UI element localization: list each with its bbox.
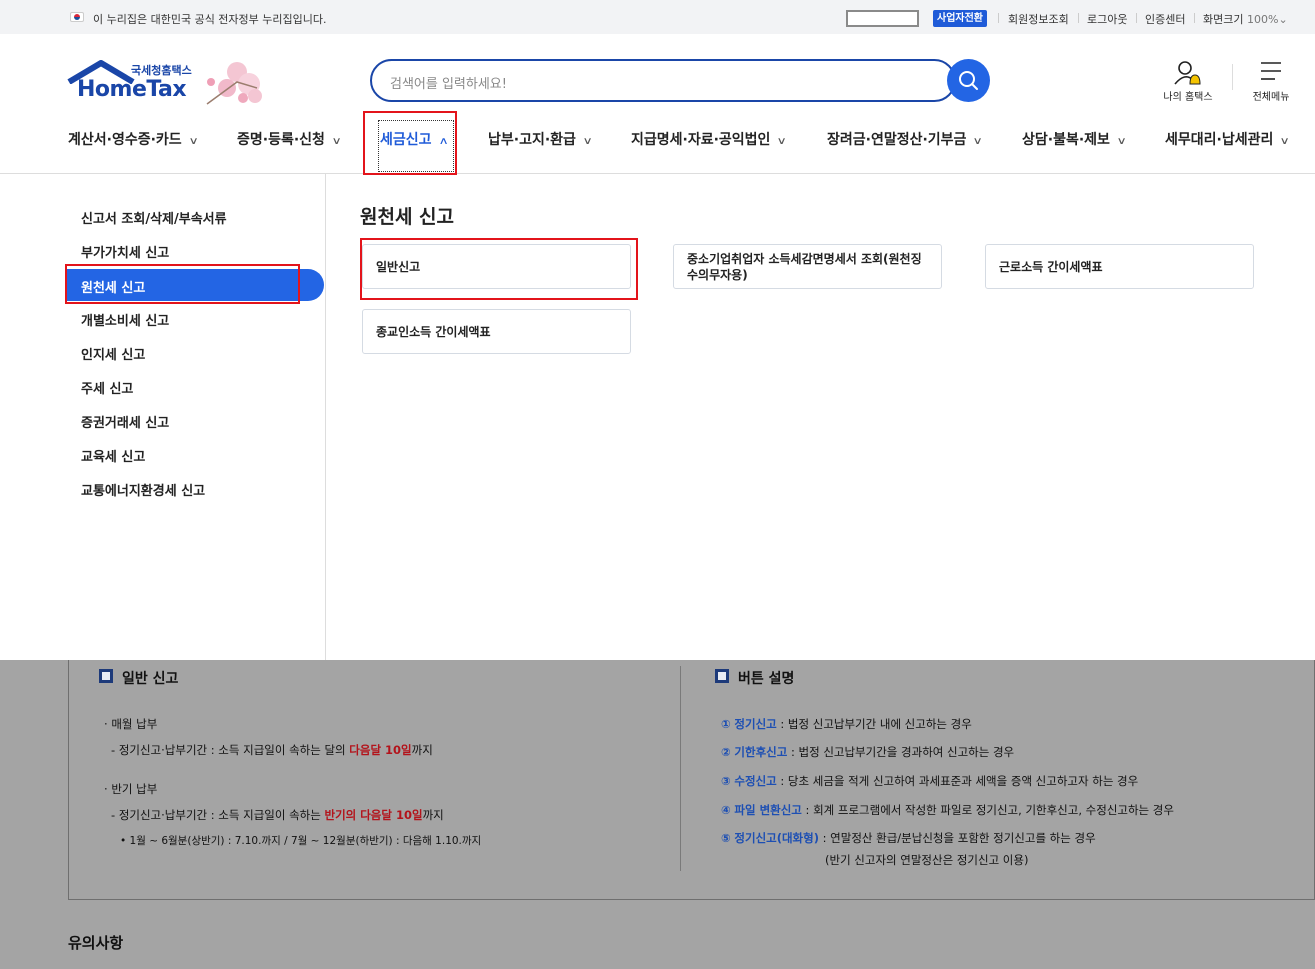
button-desc-4: ④ 파일 변환신고 : 회계 프로그램에서 작성한 파일로 정기신고, 기한후신… — [721, 803, 1174, 817]
all-menu-label: 전체메뉴 — [1252, 92, 1290, 103]
semi-annual-period: - 정기신고·납부기간 : 소득 지급일이 속하는 반기의 다음달 10일까지 — [111, 808, 444, 822]
highlight-box-withholding — [65, 264, 300, 304]
hamburger-menu-icon — [1261, 62, 1281, 80]
gnb-item-label: 지급명세·자료·공익법인 — [631, 132, 771, 148]
button-desc-5-note: (반기 신고자의 연말정산은 정기신고 이용) — [825, 853, 1029, 867]
chevron-down-icon: ∨ — [188, 136, 199, 147]
gnb-item-invoice[interactable]: 계산서·영수증·카드 ∨ — [68, 129, 199, 149]
highlight-box-tax-filing — [363, 111, 457, 175]
submenu-item-education[interactable]: 교육세 신고 — [81, 446, 145, 465]
gnb-item-certificate[interactable]: 증명·등록·신청 ∨ — [237, 129, 342, 149]
semi-annual-payment: · 반기 납부 — [104, 782, 158, 796]
submenu-item-report-lookup[interactable]: 신고서 조회/삭제/부속서류 — [81, 208, 227, 227]
screen-size-label: 화면크기 — [1203, 13, 1244, 26]
highlight-box-general-filing — [360, 238, 638, 300]
search-button[interactable] — [947, 59, 990, 102]
chevron-down-icon: ⌄ — [1278, 13, 1288, 26]
search-placeholder: 검색어를 입력하세요! — [390, 77, 507, 92]
gov-banner: 이 누리집은 대한민국 공식 전자정부 누리집입니다. 사업자전환 회원정보조회… — [0, 0, 1315, 34]
gnb-item-label: 계산서·영수증·카드 — [68, 132, 182, 148]
monthly-payment: · 매월 납부 — [104, 717, 158, 731]
semi-annual-detail: • 1월 ~ 6월분(상반기) : 7.10.까지 / 7월 ~ 12월분(하반… — [120, 835, 482, 847]
search-icon — [959, 71, 978, 90]
gov-notice: 이 누리집은 대한민국 공식 전자정부 누리집입니다. — [93, 13, 327, 26]
logout-link[interactable]: 로그아웃 — [1087, 11, 1127, 27]
card-label: 중소기업취업자 소득세감면명세서 조회(원천징수의무자용) — [687, 251, 922, 282]
card-label: 종교인소득 간이세액표 — [376, 324, 491, 339]
gnb-item-label: 세무대리·납세관리 — [1165, 132, 1274, 148]
general-filing-title: 일반 신고 — [122, 671, 179, 687]
button-desc-5: ⑤ 정기신고(대화형) : 연말정산 환급/분납신청을 포함한 정기신고를 하는… — [721, 831, 1096, 845]
button-desc-1: ① 정기신고 : 법정 신고납부기간 내에 신고하는 경우 — [721, 717, 972, 731]
chevron-down-icon: ∨ — [1279, 136, 1291, 147]
submenu-item-excise[interactable]: 개별소비세 신고 — [81, 310, 169, 329]
chevron-down-icon: ∨ — [776, 136, 788, 147]
gnb-item-label: 납부·고지·환급 — [488, 132, 576, 148]
logo-subtitle: 국세청홈택스 — [131, 64, 192, 77]
gnb-item-label: 상담·불복·제보 — [1022, 132, 1110, 148]
search-input[interactable]: 검색어를 입력하세요! — [370, 59, 956, 102]
card-sme-exemption[interactable]: 중소기업취업자 소득세감면명세서 조회(원천징수의무자용) — [673, 244, 942, 289]
submenu-item-transport-energy[interactable]: 교통에너지환경세 신고 — [81, 480, 205, 499]
my-hometax-button[interactable]: 나의 홈택스 — [1155, 60, 1221, 104]
logo-title: HomeTax — [77, 77, 187, 102]
gnb-item-incentive[interactable]: 장려금·연말정산·기부금 ∨ — [827, 129, 984, 149]
submenu-item-vat[interactable]: 부가가치세 신고 — [81, 242, 169, 261]
submenu-item-stamp[interactable]: 인지세 신고 — [81, 344, 145, 363]
section-title: 원천세 신고 — [360, 206, 455, 228]
gnb-item-label: 증명·등록·신청 — [237, 132, 325, 148]
button-desc-3: ③ 수정신고 : 당초 세금을 적게 신고하여 과세표준과 세액을 증액 신고하… — [721, 774, 1139, 788]
member-info-link[interactable]: 회원정보조회 — [1008, 11, 1069, 27]
button-desc-title: 버튼 설명 — [738, 671, 795, 687]
gnb-item-payment-statement[interactable]: 지급명세·자료·공익법인 ∨ — [631, 129, 788, 149]
square-bullet-icon — [99, 669, 113, 683]
cert-center-link[interactable]: 인증센터 — [1145, 11, 1185, 27]
blank-input-box[interactable] — [846, 10, 919, 27]
gnb-item-consult[interactable]: 상담·불복·제보 ∨ — [1022, 129, 1127, 149]
chevron-down-icon: ∨ — [331, 136, 342, 147]
card-religious-income-table[interactable]: 종교인소득 간이세액표 — [362, 309, 631, 354]
my-hometax-label: 나의 홈택스 — [1163, 92, 1213, 103]
screen-size-value: 100% — [1246, 13, 1279, 26]
korea-flag-icon — [70, 12, 84, 22]
notice-title: 유의사항 — [68, 934, 124, 952]
all-menu-button[interactable]: 전체메뉴 — [1245, 60, 1297, 104]
square-bullet-icon — [715, 669, 729, 683]
screen-size-control[interactable]: 화면크기 100%⌄ — [1203, 11, 1288, 27]
submenu-item-liquor[interactable]: 주세 신고 — [81, 378, 133, 397]
gnb-item-label: 장려금·연말정산·기부금 — [827, 132, 967, 148]
biz-switch-button[interactable]: 사업자전환 — [933, 10, 987, 27]
card-earned-income-table[interactable]: 근로소득 간이세액표 — [985, 244, 1254, 289]
hometax-logo[interactable]: 국세청홈택스 HomeTax — [67, 58, 267, 108]
gnb-item-payment[interactable]: 납부·고지·환급 ∨ — [488, 129, 593, 149]
monthly-period: - 정기신고·납부기간 : 소득 지급일이 속하는 달의 다음달 10일까지 — [111, 743, 433, 757]
chevron-down-icon: ∨ — [1116, 136, 1127, 147]
chevron-down-icon: ∨ — [582, 136, 593, 147]
user-bell-icon — [1174, 61, 1201, 85]
cherry-blossom-icon — [206, 62, 262, 105]
submenu-item-securities[interactable]: 증권거래세 신고 — [81, 412, 169, 431]
card-label: 근로소득 간이세액표 — [999, 259, 1103, 274]
info-divider — [680, 666, 681, 871]
chevron-down-icon: ∨ — [972, 136, 984, 147]
gnb-item-tax-agent[interactable]: 세무대리·납세관리 ∨ — [1165, 129, 1291, 149]
button-desc-2: ② 기한후신고 : 법정 신고납부기간을 경과하여 신고하는 경우 — [721, 745, 1015, 759]
